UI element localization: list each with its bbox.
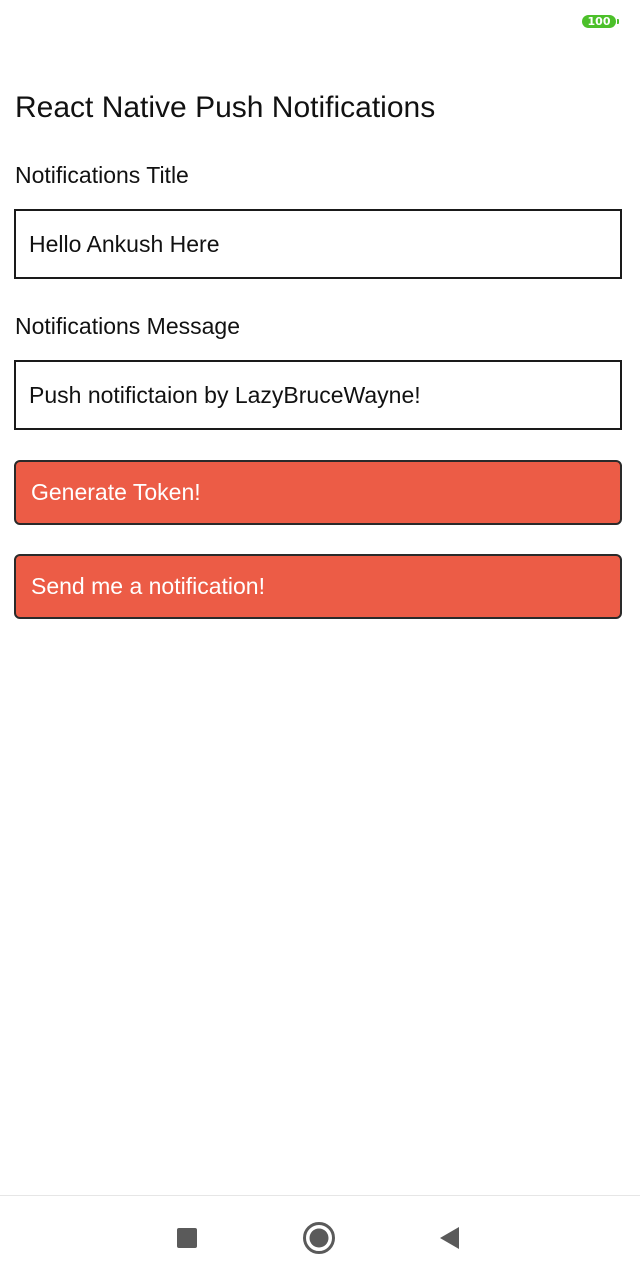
notification-title-label: Notifications Title	[15, 162, 189, 188]
generate-token-button[interactable]: Generate Token!	[14, 460, 622, 525]
square-icon	[177, 1228, 197, 1248]
home-button[interactable]	[299, 1218, 339, 1258]
send-notification-button[interactable]: Send me a notification!	[14, 554, 622, 619]
status-bar: 100	[0, 0, 640, 44]
notification-title-input[interactable]	[14, 209, 622, 279]
triangle-back-icon	[440, 1227, 459, 1249]
page-title: React Native Push Notifications	[15, 91, 436, 124]
battery-icon: 100	[582, 15, 619, 28]
notification-message-input[interactable]	[14, 360, 622, 430]
back-button[interactable]	[430, 1218, 470, 1258]
notification-message-label: Notifications Message	[15, 313, 240, 339]
recent-apps-button[interactable]	[167, 1218, 207, 1258]
circle-home-icon	[303, 1222, 335, 1254]
navigation-bar	[0, 1195, 640, 1281]
